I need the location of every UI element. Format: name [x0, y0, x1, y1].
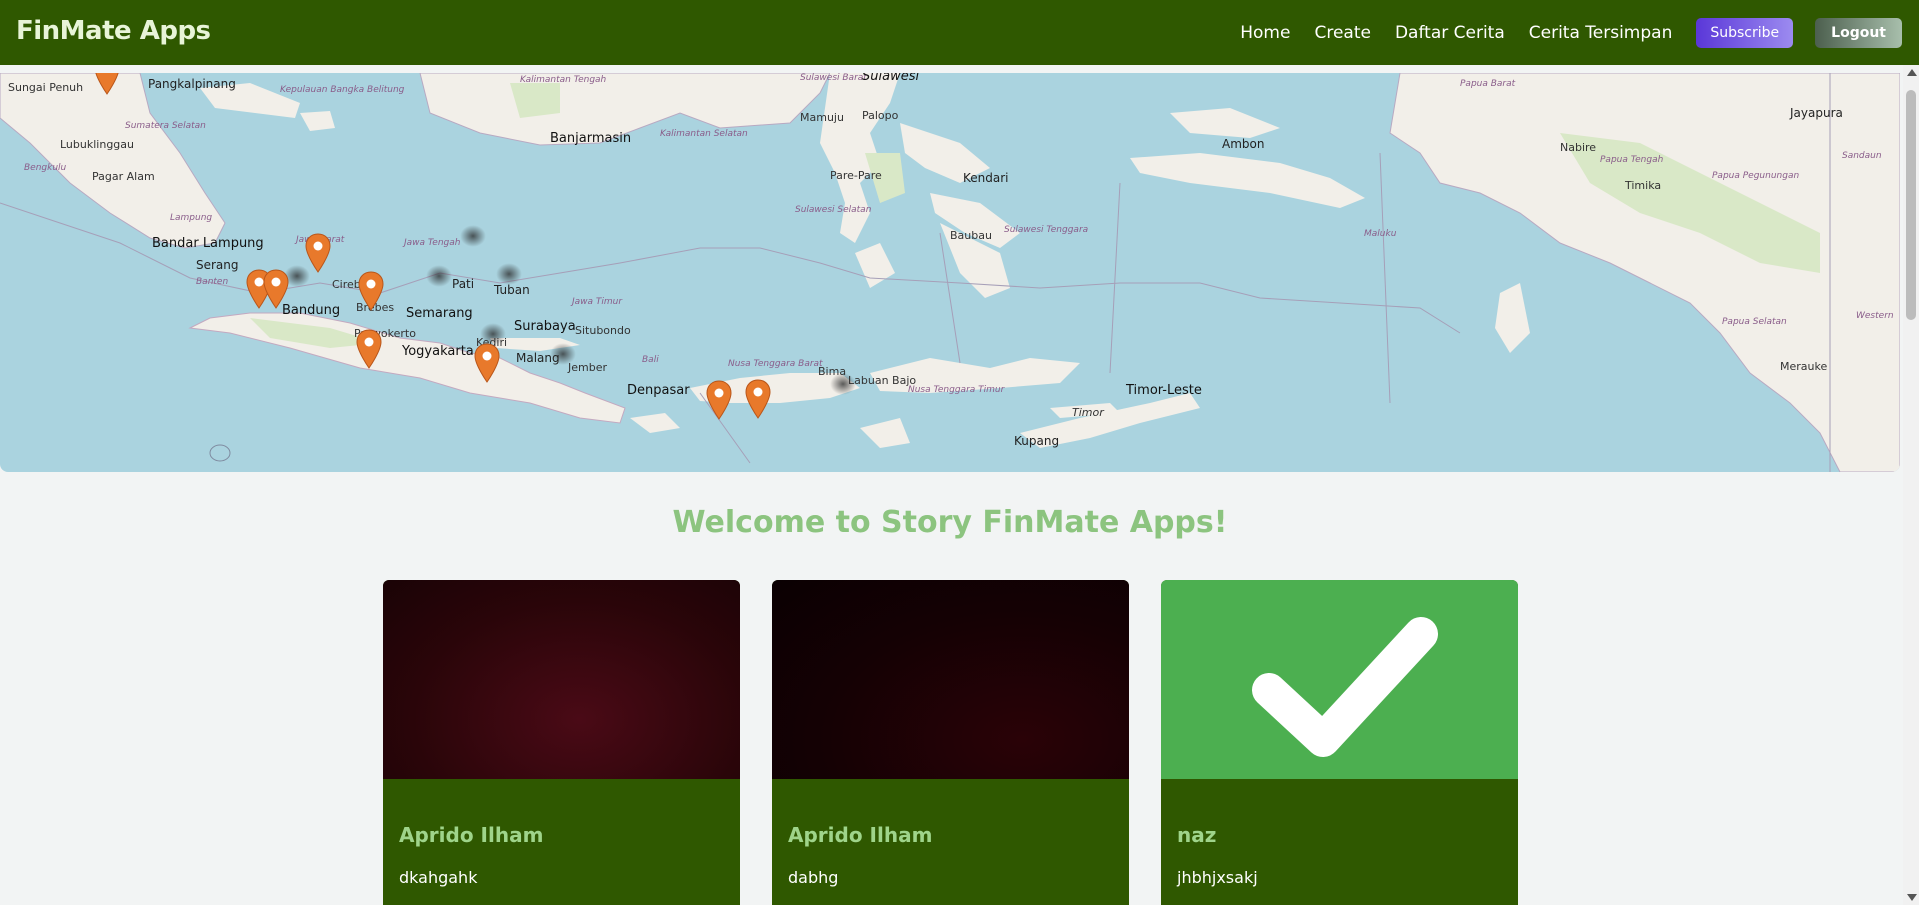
marker-shadow: [830, 373, 856, 395]
scroll-thumb[interactable]: [1906, 90, 1916, 320]
nav-home-link[interactable]: Home: [1240, 23, 1290, 43]
map-label: Serang: [196, 258, 239, 272]
scroll-down-arrow-icon[interactable]: [1907, 894, 1917, 901]
map-label: Yogyakarta: [402, 344, 474, 359]
map-label: Timor: [1072, 406, 1104, 419]
map-marker-icon[interactable]: [706, 380, 732, 420]
story-description: dkahgahk: [399, 868, 478, 887]
map-label: Ambon: [1222, 137, 1265, 151]
welcome-heading: Welcome to Story FinMate Apps!: [672, 505, 1228, 540]
navbar: FinMate Apps Home Create Daftar Cerita C…: [0, 0, 1919, 65]
map-label: Western: [1856, 311, 1894, 321]
map-label: Jayapura: [1790, 106, 1843, 120]
scroll-up-arrow-icon[interactable]: [1907, 69, 1917, 76]
map-label: Pati: [452, 277, 475, 291]
map-label: Sulawesi Barat: [800, 73, 867, 83]
map-label: Baubau: [950, 229, 992, 242]
map-label: Jember: [568, 361, 607, 374]
map-marker-icon[interactable]: [263, 269, 289, 309]
marker-shadow: [496, 263, 522, 285]
story-description: dabhg: [788, 868, 839, 887]
map-label: Nusa Tenggara Barat: [728, 359, 823, 369]
page-scrollbar[interactable]: [1903, 65, 1919, 905]
map-label: Jawa Tengah: [404, 238, 461, 248]
map-label: Bengkulu: [24, 163, 67, 173]
map-label: Kalimantan Selatan: [660, 129, 748, 139]
story-description: jhbhjxsakj: [1177, 868, 1258, 887]
map-label: Palopo: [862, 109, 899, 122]
map-label: Bandar Lampung: [152, 236, 264, 251]
map-label: Merauke: [1780, 360, 1828, 373]
map-label: Pangkalpinang: [148, 77, 236, 91]
check-icon: [1252, 617, 1438, 757]
marker-shadow: [480, 323, 506, 345]
map-marker-icon[interactable]: [356, 329, 382, 369]
map-label: Denpasar: [627, 383, 690, 398]
map-label: Lubuklinggau: [60, 138, 134, 151]
map-marker-icon[interactable]: [745, 379, 771, 419]
story-image: [772, 580, 1129, 779]
marker-shadow: [426, 265, 452, 287]
logout-button[interactable]: Logout: [1815, 17, 1902, 48]
map-label: Sulawesi Selatan: [795, 205, 872, 215]
map-label: Situbondo: [575, 324, 631, 337]
story-image: [383, 580, 740, 779]
map-label: Jawa Timur: [572, 297, 623, 307]
story-card[interactable]: Aprido Ilham dkahgahk: [383, 580, 740, 905]
map-label: Timika: [1625, 179, 1662, 192]
story-image: [1161, 580, 1518, 779]
map-label: Papua Tengah: [1600, 155, 1664, 165]
map-label: Kupang: [1014, 434, 1060, 448]
story-card[interactable]: Aprido Ilham dabhg: [772, 580, 1129, 905]
map-label: Nabire: [1560, 141, 1597, 154]
map-label: Surabaya: [514, 319, 576, 334]
map-label: Semarang: [406, 306, 473, 321]
map-marker-icon[interactable]: [474, 343, 500, 383]
map-label: Papua Selatan: [1722, 317, 1787, 327]
map-label: Maluku: [1364, 229, 1397, 239]
story-map[interactable]: Sungai Penuh Pangkalpinang Kepulauan Ban…: [0, 73, 1900, 472]
map-label: Sulawesi: [862, 73, 920, 84]
map-marker-icon[interactable]: [305, 233, 331, 273]
map-label: Timor-Leste: [1126, 383, 1202, 398]
map-label: Sumatera Selatan: [125, 121, 206, 131]
app-title[interactable]: FinMate Apps: [16, 16, 211, 46]
subscribe-button[interactable]: Subscribe: [1696, 17, 1794, 48]
marker-shadow: [460, 225, 486, 247]
map-label: Banten: [196, 277, 229, 287]
map-label: Kepulauan Bangka Belitung: [280, 85, 405, 95]
story-author: Aprido Ilham: [399, 823, 544, 847]
map-label: Lampung: [170, 213, 213, 223]
map-label: Sandaun: [1842, 151, 1882, 161]
map-marker-icon[interactable]: [358, 271, 384, 311]
map-label: Tuban: [494, 283, 530, 297]
map-label: Bandung: [282, 303, 341, 318]
map-label: Kendari: [963, 171, 1009, 185]
nav-create-link[interactable]: Create: [1314, 23, 1371, 43]
map-label: Kalimantan Tengah: [520, 75, 607, 85]
map-label: Papua Pegunungan: [1712, 171, 1800, 181]
map-label: Papua Barat: [1460, 79, 1516, 89]
map-label: Bali: [642, 355, 659, 365]
map-marker-icon[interactable]: [94, 73, 120, 95]
marker-shadow: [550, 343, 576, 365]
map-label: Pagar Alam: [92, 171, 155, 183]
map-label: Mamuju: [800, 111, 844, 124]
story-card[interactable]: naz jhbhjxsakj: [1161, 580, 1518, 905]
map-label: Sulawesi Tenggara: [1004, 225, 1089, 235]
map-label: Banjarmasin: [550, 131, 632, 146]
nav-links: Home Create Daftar Cerita Cerita Tersimp…: [1240, 0, 1919, 65]
story-author: naz: [1177, 823, 1217, 847]
map-label: Sungai Penuh: [8, 81, 84, 94]
story-author: Aprido Ilham: [788, 823, 933, 847]
nav-saved-link[interactable]: Cerita Tersimpan: [1529, 23, 1673, 43]
map-label: Nusa Tenggara Timur: [908, 385, 1005, 395]
nav-list-link[interactable]: Daftar Cerita: [1395, 23, 1505, 43]
map-label: Pare-Pare: [830, 169, 882, 182]
